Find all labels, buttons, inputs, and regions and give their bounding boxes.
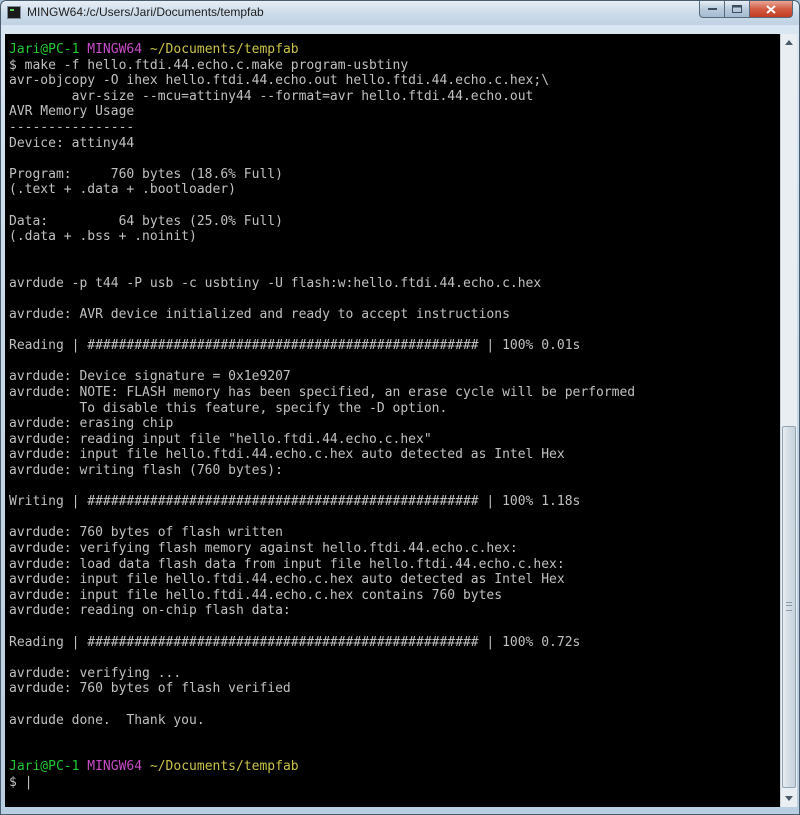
terminal-line: (.data + .bss + .noinit) <box>9 229 197 245</box>
prompt-path: ~/Documents/tempfab <box>149 42 299 57</box>
terminal-line: avrdude: input file hello.ftdi.44.echo.c… <box>9 587 503 603</box>
terminal-line: avrdude: erasing chip <box>9 416 174 432</box>
terminal-line: avr-size --mcu=attiny44 --format=avr hel… <box>9 88 534 104</box>
terminal-line: ---------------- <box>9 119 135 135</box>
terminal-line: $ make -f hello.ftdi.44.echo.c.make prog… <box>9 57 409 73</box>
terminal-line: AVR Memory Usage <box>9 104 135 120</box>
mingw-terminal-icon[interactable] <box>7 6 21 19</box>
close-button[interactable] <box>749 1 793 18</box>
terminal-line: avrdude: Device signature = 0x1e9207 <box>9 369 291 385</box>
scroll-up-arrow-icon <box>785 40 793 45</box>
terminal-line: avrdude: 760 bytes of flash written <box>9 525 283 541</box>
prompt-env: MINGW64 <box>87 759 143 775</box>
scrollbar-thumb[interactable] <box>782 426 796 788</box>
terminal-line: avrdude: load data flash data from input… <box>9 556 565 572</box>
terminal-line: avrdude: NOTE: FLASH memory has been spe… <box>9 385 636 401</box>
terminal-line: avrdude: reading on-chip flash data: <box>9 603 291 619</box>
terminal-line: Reading | ##############################… <box>9 634 581 650</box>
terminal-text: Jari@PC-1 MINGW64 ~/Documents/tempfab $ m… <box>9 42 635 791</box>
prompt-line-final: Jari@PC-1 MINGW64 ~/Documents/tempfab <box>9 759 635 775</box>
terminal-line: avrdude: input file hello.ftdi.44.echo.c… <box>9 572 565 588</box>
terminal-line: avrdude: writing flash (760 bytes): <box>9 463 283 479</box>
prompt-env: MINGW64 <box>87 42 143 57</box>
scroll-down-arrow-icon <box>785 796 793 801</box>
terminal-window: MINGW64:/c/Users/Jari/Documents/tempfab … <box>0 0 800 815</box>
terminal-line: avrdude: AVR device initialized and read… <box>9 307 510 323</box>
prompt-user: Jari@PC-1 <box>9 759 80 775</box>
terminal-line: Program: 760 bytes (18.6% Full) <box>9 166 283 182</box>
minimize-button[interactable] <box>699 1 725 18</box>
terminal-line: avrdude: 760 bytes of flash verified <box>9 681 291 697</box>
input-line[interactable]: $ | <box>9 775 635 791</box>
scroll-down-button[interactable] <box>781 790 797 807</box>
title-bar[interactable]: MINGW64:/c/Users/Jari/Documents/tempfab <box>1 1 799 25</box>
prompt-line: Jari@PC-1 MINGW64 ~/Documents/tempfab <box>9 42 635 58</box>
terminal-line: (.text + .data + .bootloader) <box>9 182 236 198</box>
prompt-user: Jari@PC-1 <box>9 42 80 57</box>
terminal-line: To disable this feature, specify the -D … <box>9 400 448 416</box>
terminal-line: avrdude: verifying flash memory against … <box>9 541 518 556</box>
terminal-line: avrdude done. Thank you. <box>9 712 205 728</box>
maximize-icon <box>732 5 742 13</box>
terminal-line: Reading | ##############################… <box>9 338 581 354</box>
close-icon <box>766 4 776 14</box>
maximize-button[interactable] <box>724 1 750 18</box>
text-cursor: | <box>24 774 33 790</box>
minimize-icon <box>707 8 717 10</box>
terminal-output-area[interactable]: Jari@PC-1 MINGW64 ~/Documents/tempfab $ m… <box>5 34 780 807</box>
output-lines: $ make -f hello.ftdi.44.echo.c.make prog… <box>9 58 635 760</box>
vertical-scrollbar[interactable] <box>780 34 797 807</box>
terminal-line: avrdude: reading input file "hello.ftdi.… <box>9 431 432 447</box>
terminal-line: avr-objcopy -O ihex hello.ftdi.44.echo.o… <box>9 73 550 89</box>
window-title: MINGW64:/c/Users/Jari/Documents/tempfab <box>27 5 264 19</box>
scrollbar-grip-icon <box>786 602 792 611</box>
terminal-line: avrdude -p t44 -P usb -c usbtiny -U flas… <box>9 275 542 291</box>
terminal-line: Data: 64 bytes (25.0% Full) <box>9 213 283 229</box>
terminal-line: Writing | ##############################… <box>9 494 581 510</box>
scroll-up-button[interactable] <box>781 34 797 51</box>
terminal-line: avrdude: input file hello.ftdi.44.echo.c… <box>9 447 565 463</box>
prompt-path: ~/Documents/tempfab <box>149 759 299 775</box>
terminal-line: Device: attiny44 <box>9 135 135 151</box>
prompt-symbol: $ <box>9 774 25 790</box>
terminal-line: avrdude: verifying ... <box>9 665 182 681</box>
